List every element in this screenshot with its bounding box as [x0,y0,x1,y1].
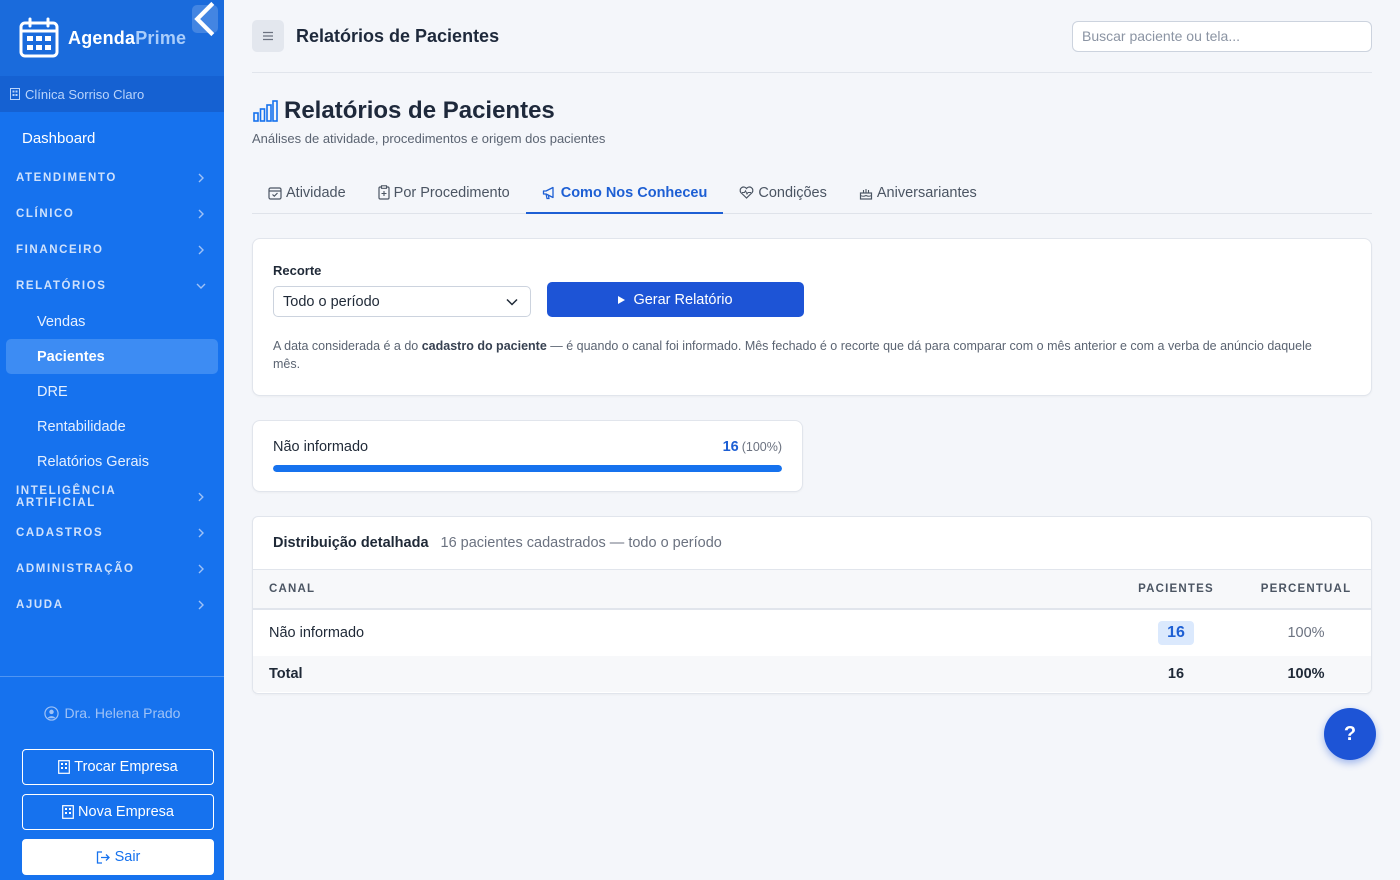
channel-progress-track [273,465,782,472]
clipboard-icon [378,185,390,200]
user-name: Dra. Helena Prado [64,705,181,721]
sidebar-nav: Dashboard ATENDIMENTO CLÍNICO FINANCEIRO… [0,112,224,623]
search-input[interactable] [1072,20,1372,52]
channel-progress-fill [273,465,782,472]
sidebar-item-dre[interactable]: DRE [0,374,224,409]
chevron-right-icon [198,492,205,502]
user-circle-icon [43,705,59,721]
table-header-row: CANAL PACIENTES PERCENTUAL [253,570,1371,610]
chevron-right-icon [198,173,204,183]
column-header-canal[interactable]: CANAL [253,570,1111,610]
distribution-card: Distribuição detalhada 16 pacientes cada… [252,516,1372,694]
sidebar-section-cadastros[interactable]: CADASTROS [0,515,224,551]
tab-por-procedimento[interactable]: Por Procedimento [362,172,526,213]
topbar: Relatórios de Pacientes [252,0,1372,73]
filter-card: Recorte Todo o período Gerar Relatório A… [252,238,1372,396]
column-header-percentual[interactable]: PERCENTUAL [1241,570,1371,610]
brand-name: AgendaPrime [68,27,187,48]
tab-aniversariantes[interactable]: Aniversariantes [843,172,993,213]
sidebar-section-ia[interactable]: INTELIGÊNCIA ARTIFICIAL [0,479,224,515]
generate-report-button[interactable]: Gerar Relatório [547,282,804,317]
logout-icon [96,850,110,864]
tab-atividade[interactable]: Atividade [252,172,362,213]
tab-condicoes[interactable]: Condições [723,172,843,213]
building-icon [58,760,71,774]
chevron-right-icon [198,245,204,255]
sidebar-section-financeiro[interactable]: FINANCEIRO [0,232,224,268]
sidebar-item-rentabilidade[interactable]: Rentabilidade [0,409,224,444]
cake-icon [859,188,872,200]
sidebar: AgendaPrime Clínica Sorriso Claro Dashbo… [0,0,224,880]
period-select[interactable]: Todo o período [273,286,531,317]
sidebar-section-clinico[interactable]: CLÍNICO [0,196,224,232]
menu-toggle-button[interactable] [252,20,284,52]
total-percentual: 100% [1241,656,1371,692]
total-label: Total [253,656,1111,692]
channel-summary-card: Não informado 16 (100%) [252,420,803,492]
sidebar-section-administracao[interactable]: ADMINISTRAÇÃO [0,551,224,587]
page-title: Relatórios de Pacientes [284,97,555,124]
bar-chart-icon [253,100,278,122]
help-button[interactable]: ? [1324,708,1376,760]
chevron-right-icon [198,564,204,574]
distribution-title: Distribuição detalhada [273,535,429,551]
filter-row: Todo o período Gerar Relatório [273,282,1351,317]
sidebar-item-dashboard[interactable]: Dashboard [0,120,224,156]
topbar-title: Relatórios de Pacientes [296,25,500,46]
chevron-left-icon [194,1,215,37]
heart-pulse-icon [739,186,754,199]
play-icon [618,295,626,304]
logout-button[interactable]: Sair [22,839,214,875]
chevron-down-icon [506,298,518,306]
chevron-down-icon [196,283,206,289]
filter-label: Recorte [273,263,322,278]
distribution-table: CANAL PACIENTES PERCENTUAL Não informado… [253,570,1371,692]
brand[interactable]: AgendaPrime [0,0,224,76]
distribution-subtitle: 16 pacientes cadastrados — todo o períod… [440,535,722,551]
sidebar-item-relatorios-gerais[interactable]: Relatórios Gerais [0,444,224,479]
filter-note: A data considerada é a do cadastro do pa… [273,339,1312,371]
chevron-right-icon [198,528,204,538]
chevron-right-icon [198,600,204,610]
calendar-check-icon [268,186,282,200]
clinic-name: Clínica Sorriso Claro [25,86,145,102]
new-company-button[interactable]: Nova Empresa [22,794,214,830]
sidebar-item-vendas[interactable]: Vendas [0,304,224,339]
column-header-pacientes[interactable]: PACIENTES [1111,570,1241,610]
table-row: Não informado 16 100% [253,609,1371,656]
page-header: Relatórios de Pacientes [252,97,1372,125]
cell-pacientes-badge: 16 [1158,621,1194,645]
channel-count: 16 (100%) [722,439,782,455]
page-subtitle: Análises de atividade, procedimentos e o… [252,131,606,146]
total-pacientes: 16 [1111,656,1241,692]
table-total-row: Total 16 100% [253,656,1371,692]
chevron-right-icon [198,209,204,219]
cell-percentual: 100% [1287,625,1325,641]
collapse-sidebar-button[interactable] [192,1,218,37]
switch-company-button[interactable]: Trocar Empresa [22,749,214,785]
main-content: Relatórios de Pacientes Relatórios de Pa… [252,0,1372,694]
channel-percent: (100%) [741,440,782,454]
building-icon [10,88,20,100]
building-add-icon [62,805,74,819]
sidebar-item-pacientes[interactable]: Pacientes [6,339,218,374]
calendar-logo-icon [19,17,59,58]
megaphone-icon [542,186,554,199]
tab-como-nos-conheceu[interactable]: Como Nos Conheceu [525,172,724,214]
clinic-selector[interactable]: Clínica Sorriso Claro [0,76,224,112]
hamburger-icon [263,31,273,41]
sidebar-section-relatorios[interactable]: RELATÓRIOS [0,268,224,304]
sidebar-footer: Dra. Helena Prado Trocar Empresa Nova Em… [0,676,224,880]
channel-name: Não informado [273,439,369,455]
report-tabs: Atividade Por Procedimento Como Nos Conh… [252,172,1372,214]
sidebar-section-ajuda[interactable]: AJUDA [0,587,224,623]
user-info: Dra. Helena Prado [0,677,224,749]
cell-canal: Não informado [269,625,365,641]
period-select-value: Todo o período [283,293,380,310]
sidebar-section-atendimento[interactable]: ATENDIMENTO [0,160,224,196]
